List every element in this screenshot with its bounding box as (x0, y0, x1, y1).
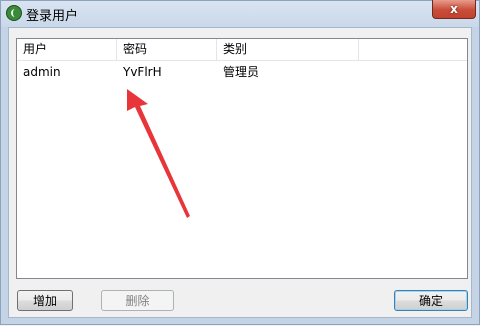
red-arrow-annotation (127, 89, 190, 218)
arrow-shape (127, 89, 190, 218)
login-users-dialog: 登录用户 x 用户 密码 类别 admin YvFlrH 管理员 增加 删除 确… (0, 0, 480, 325)
